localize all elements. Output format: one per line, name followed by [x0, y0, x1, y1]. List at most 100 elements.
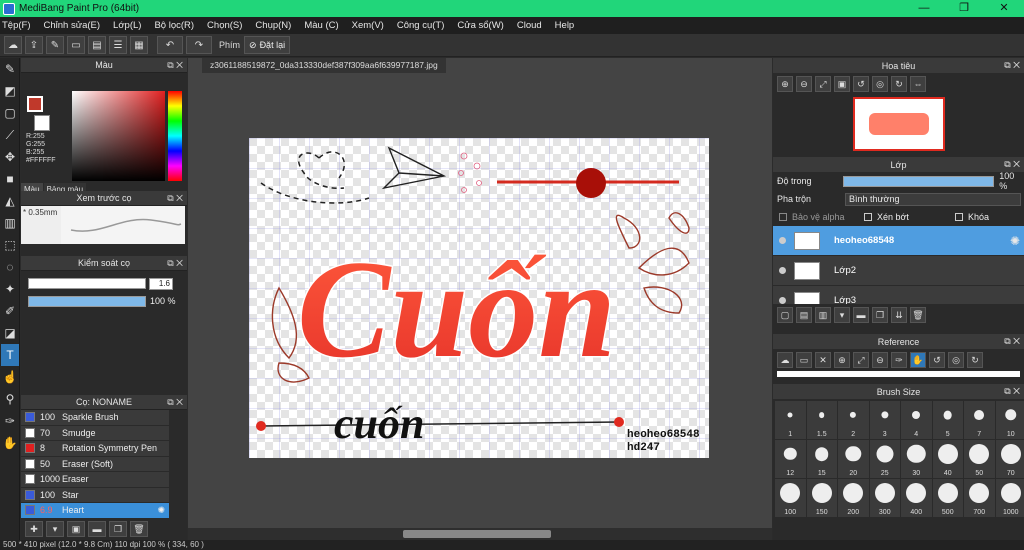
- brush-tool-icon[interactable]: ✎: [1, 58, 19, 80]
- grid-icon[interactable]: ▦: [130, 36, 148, 54]
- reference-rotate-icon[interactable]: ↺: [929, 352, 945, 368]
- zoom-in-icon[interactable]: ⊕: [777, 76, 793, 92]
- reference-dropper-icon[interactable]: ✑: [891, 352, 907, 368]
- brush-size-cell[interactable]: 1000: [995, 479, 1024, 517]
- eraser-tool-icon[interactable]: ◩: [1, 80, 19, 102]
- new-halftone-layer-icon[interactable]: ▤: [796, 307, 812, 323]
- rotate-left-icon[interactable]: ↺: [853, 76, 869, 92]
- blend-mode-select[interactable]: Bình thường: [845, 192, 1021, 206]
- merge-layer-icon[interactable]: ⇊: [891, 307, 907, 323]
- move-tool-icon[interactable]: ✥: [1, 146, 19, 168]
- brush-size-value[interactable]: 1.6: [149, 278, 173, 290]
- layer-visibility-icon[interactable]: [779, 267, 786, 274]
- brush-size-cell[interactable]: 100: [775, 479, 806, 517]
- panel-close-icon[interactable]: ⧉ ✕: [167, 397, 183, 408]
- dot-tool-icon[interactable]: ⟋: [1, 124, 19, 146]
- reference-zoom-in-icon[interactable]: ⊕: [834, 352, 850, 368]
- canvas-area[interactable]: z3061188519872_0da313330def387f309aa6f63…: [188, 58, 772, 540]
- brush-size-cell[interactable]: 15: [806, 440, 837, 478]
- layer-visibility-icon[interactable]: [779, 237, 786, 244]
- brush-size-cell[interactable]: 500: [932, 479, 963, 517]
- saturation-value-picker[interactable]: [72, 91, 165, 181]
- panel-close-icon[interactable]: ⧉ ✕: [1004, 159, 1020, 170]
- select-tool-icon[interactable]: ⬚: [1, 234, 19, 256]
- brush-settings-icon[interactable]: ✺: [157, 505, 165, 516]
- bucket-tool-icon[interactable]: ◭: [1, 190, 19, 212]
- panel-close-icon[interactable]: ⧉ ✕: [1004, 386, 1020, 397]
- reset-button[interactable]: ⊘ Đặt lại: [244, 36, 291, 54]
- brush-list-item[interactable]: 8 Rotation Symmetry Pen: [21, 441, 169, 457]
- add-layer-menu-icon[interactable]: ▾: [834, 307, 850, 323]
- undo-icon[interactable]: ↶: [157, 36, 183, 54]
- reference-open-icon[interactable]: ▭: [796, 352, 812, 368]
- redo-icon[interactable]: ↷: [186, 36, 212, 54]
- lasso-tool-icon[interactable]: ◌: [1, 256, 19, 278]
- brush-size-cell[interactable]: 5: [932, 401, 963, 439]
- fill-rect-tool-icon[interactable]: ■: [1, 168, 19, 190]
- menu-layer[interactable]: Lớp(L): [113, 20, 141, 31]
- brush-size-cell[interactable]: 4: [901, 401, 932, 439]
- reference-close-icon[interactable]: ✕: [815, 352, 831, 368]
- layer-row[interactable]: heoheo68548 ✺: [773, 226, 1024, 256]
- select-pen-icon[interactable]: ✐: [1, 300, 19, 322]
- panel-close-icon[interactable]: ⧉ ✕: [167, 258, 183, 269]
- new-8bit-layer-icon[interactable]: ▥: [815, 307, 831, 323]
- brush-size-cell[interactable]: 1.5: [806, 401, 837, 439]
- brush-list-item[interactable]: 50 Eraser (Soft): [21, 456, 169, 472]
- menu-window[interactable]: Cửa sổ(W): [457, 20, 503, 31]
- trash-icon[interactable]: 🗑: [130, 521, 148, 537]
- layer-opacity-slider[interactable]: [842, 175, 995, 187]
- list-icon[interactable]: ☰: [109, 36, 127, 54]
- panel-close-icon[interactable]: ⧉ ✕: [167, 193, 183, 204]
- horizontal-scrollbar[interactable]: [188, 528, 772, 540]
- layer-row[interactable]: Lớp3: [773, 286, 1024, 304]
- hue-slider[interactable]: [168, 91, 182, 181]
- comment-icon[interactable]: ✎: [46, 36, 64, 54]
- share-icon[interactable]: ⇪: [25, 36, 43, 54]
- dropper-tool-icon[interactable]: ⚲: [1, 388, 19, 410]
- rectangle-tool-icon[interactable]: ▢: [1, 102, 19, 124]
- menu-tools[interactable]: Công cụ(T): [397, 20, 445, 31]
- brush-menu-icon[interactable]: ▾: [46, 521, 64, 537]
- folder-icon[interactable]: ▬: [88, 521, 106, 537]
- reference-zoom-out-icon[interactable]: ⊖: [872, 352, 888, 368]
- brush-size-cell[interactable]: 70: [995, 440, 1024, 478]
- reference-hand-icon[interactable]: ✋: [910, 352, 926, 368]
- operation-tool-icon[interactable]: ☝: [1, 366, 19, 388]
- menu-color[interactable]: Màu (C): [304, 20, 338, 31]
- brush-opacity-slider[interactable]: [28, 296, 146, 307]
- actual-size-icon[interactable]: ▣: [834, 76, 850, 92]
- magic-wand-icon[interactable]: ✦: [1, 278, 19, 300]
- brush-list-item[interactable]: 100 Star: [21, 487, 169, 503]
- navigator-preview[interactable]: [773, 95, 1024, 153]
- brush-size-cell[interactable]: 7: [964, 401, 995, 439]
- brush-size-slider[interactable]: [28, 278, 146, 289]
- reference-rotate-right-icon[interactable]: ↻: [967, 352, 983, 368]
- menu-select[interactable]: Chọn(S): [207, 20, 242, 31]
- brush-size-cell[interactable]: 50: [964, 440, 995, 478]
- menu-filter[interactable]: Bộ lọc(R): [154, 20, 194, 31]
- clipping-checkbox[interactable]: [864, 213, 872, 221]
- document-icon[interactable]: ▤: [88, 36, 106, 54]
- rotate-right-icon[interactable]: ↻: [891, 76, 907, 92]
- brush-size-cell[interactable]: 12: [775, 440, 806, 478]
- brush-list-item[interactable]: 100 Sparkle Brush: [21, 410, 169, 426]
- add-brush-icon[interactable]: ✚: [25, 521, 43, 537]
- duplicate-layer-icon[interactable]: ❐: [872, 307, 888, 323]
- cloud-icon[interactable]: ☁: [4, 36, 22, 54]
- brush-size-cell[interactable]: 20: [838, 440, 869, 478]
- brush-list-item[interactable]: 70 Smudge: [21, 425, 169, 441]
- menu-view[interactable]: Xem(V): [352, 20, 384, 31]
- scrollbar-thumb[interactable]: [403, 530, 551, 538]
- brush-size-cell[interactable]: 25: [869, 440, 900, 478]
- eyedropper-icon[interactable]: ✑: [1, 410, 19, 432]
- layer-settings-icon[interactable]: ✺: [1010, 234, 1020, 248]
- protect-alpha-checkbox[interactable]: [779, 213, 787, 221]
- brush-size-cell[interactable]: 300: [869, 479, 900, 517]
- menu-help[interactable]: Help: [555, 20, 575, 31]
- minimize-button[interactable]: —: [904, 0, 944, 17]
- brush-size-cell[interactable]: 40: [932, 440, 963, 478]
- reference-cloud-icon[interactable]: ☁: [777, 352, 793, 368]
- panel-close-icon[interactable]: ⧉ ✕: [1004, 336, 1020, 347]
- brush-size-cell[interactable]: 3: [869, 401, 900, 439]
